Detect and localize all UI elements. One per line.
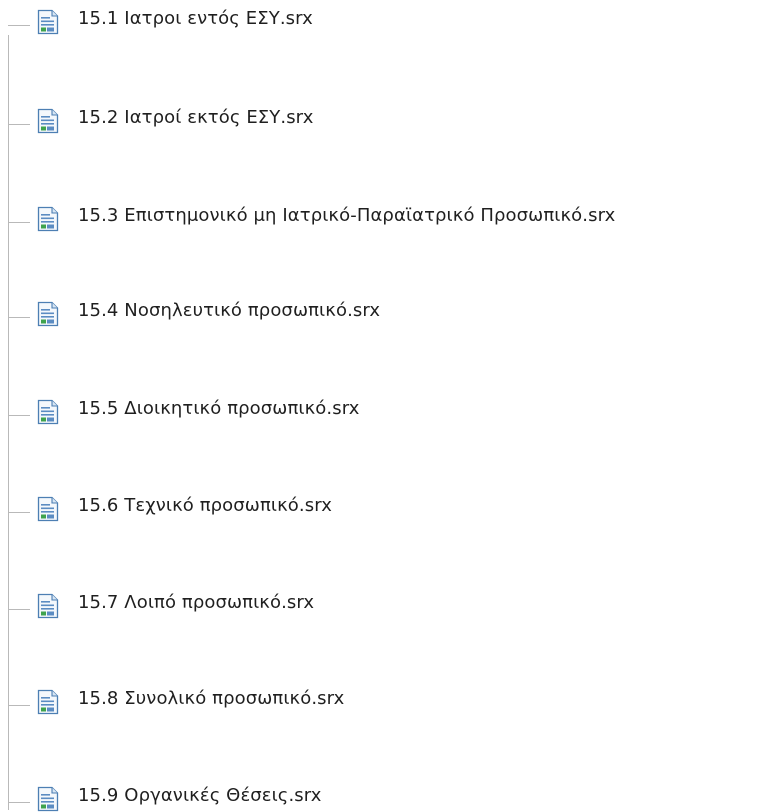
report-file-icon bbox=[36, 399, 60, 425]
report-file-icon bbox=[36, 206, 60, 232]
tree-branch-line bbox=[8, 123, 30, 125]
file-tree: 15.1 Ιατροι εντός ΕΣΥ.srx 15.2 Ιατροί εκ… bbox=[0, 0, 773, 812]
tree-item-label: 15.4 Νοσηλευτικό προσωπικό.srx bbox=[78, 299, 381, 321]
tree-item-15-2[interactable]: 15.2 Ιατροί εκτός ΕΣΥ.srx bbox=[8, 103, 314, 134]
tree-item-label: 15.8 Συνολικό προσωπικό.srx bbox=[78, 687, 345, 709]
tree-branch-line bbox=[8, 511, 30, 513]
tree-branch-line bbox=[8, 316, 30, 318]
tree-item-15-7[interactable]: 15.7 Λοιπό προσωπικό.srx bbox=[8, 588, 315, 619]
tree-branch-line bbox=[8, 704, 30, 706]
tree-branch-line bbox=[8, 608, 30, 610]
report-file-icon bbox=[36, 108, 60, 134]
report-file-icon bbox=[36, 9, 60, 35]
tree-item-15-9[interactable]: 15.9 Οργανικές Θέσεις.srx bbox=[8, 781, 322, 812]
tree-item-label: 15.6 Τεχνικό προσωπικό.srx bbox=[78, 494, 332, 516]
tree-branch-line bbox=[8, 221, 30, 223]
tree-item-label: 15.7 Λοιπό προσωπικό.srx bbox=[78, 591, 315, 613]
report-file-icon bbox=[36, 786, 60, 812]
tree-item-label: 15.2 Ιατροί εκτός ΕΣΥ.srx bbox=[78, 106, 314, 128]
tree-branch-line bbox=[8, 414, 30, 416]
tree-item-15-4[interactable]: 15.4 Νοσηλευτικό προσωπικό.srx bbox=[8, 296, 381, 327]
tree-branch-line bbox=[8, 801, 30, 803]
tree-item-label: 15.5 Διοικητικό προσωπικό.srx bbox=[78, 397, 360, 419]
report-file-icon bbox=[36, 689, 60, 715]
tree-item-15-1[interactable]: 15.1 Ιατροι εντός ΕΣΥ.srx bbox=[8, 4, 313, 35]
report-file-icon bbox=[36, 301, 60, 327]
tree-item-label: 15.1 Ιατροι εντός ΕΣΥ.srx bbox=[78, 7, 313, 29]
report-file-icon bbox=[36, 496, 60, 522]
tree-item-label: 15.9 Οργανικές Θέσεις.srx bbox=[78, 784, 322, 806]
tree-branch-line bbox=[8, 24, 30, 26]
tree-item-15-6[interactable]: 15.6 Τεχνικό προσωπικό.srx bbox=[8, 491, 332, 522]
report-file-icon bbox=[36, 593, 60, 619]
tree-item-label: 15.3 Επιστημονικό μη Ιατρικό-Παραϊατρικό… bbox=[78, 204, 616, 226]
tree-item-15-3[interactable]: 15.3 Επιστημονικό μη Ιατρικό-Παραϊατρικό… bbox=[8, 201, 616, 232]
tree-item-15-5[interactable]: 15.5 Διοικητικό προσωπικό.srx bbox=[8, 394, 360, 425]
tree-item-15-8[interactable]: 15.8 Συνολικό προσωπικό.srx bbox=[8, 684, 345, 715]
